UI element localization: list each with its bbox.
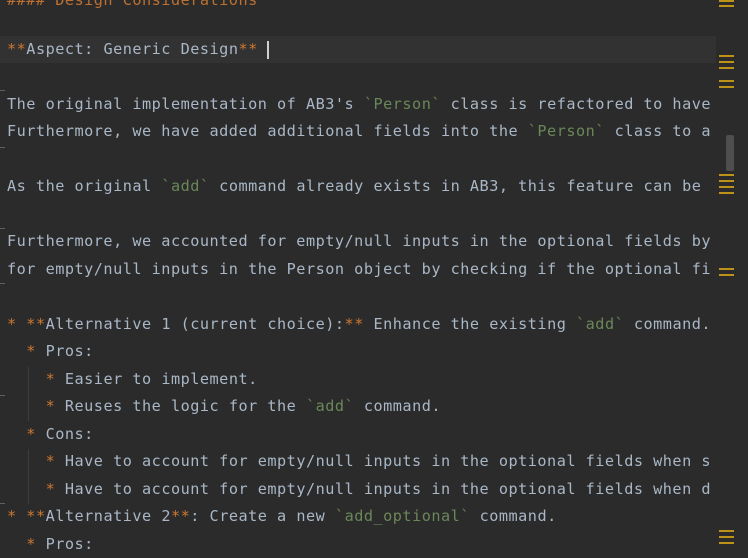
- line-segment: Pros:: [35, 342, 94, 360]
- line-segment: Alternative 2: [45, 507, 171, 525]
- editor-line[interactable]: * **Alternative 1 (current choice):** En…: [7, 311, 711, 338]
- line-segment: Easier to implement.: [55, 370, 258, 388]
- line-segment: Reuses the logic for the: [55, 397, 306, 415]
- editor-line[interactable]: The original implementation of AB3's `Pe…: [7, 91, 711, 118]
- warning-stripe-mark[interactable]: [719, 536, 734, 538]
- editor-line[interactable]: * Have to account for empty/null inputs …: [7, 448, 711, 475]
- warning-stripe-mark[interactable]: [719, 186, 734, 188]
- line-segment: for empty/null inputs in the Person obje…: [7, 260, 711, 278]
- editor-line[interactable]: * Reuses the logic for the `add` command…: [7, 393, 441, 420]
- line-segment: *: [45, 480, 56, 498]
- fold-marker[interactable]: [0, 228, 5, 229]
- line-segment: `add_optional`: [334, 507, 470, 525]
- warning-stripe-mark[interactable]: [719, 80, 734, 82]
- line-segment: *: [7, 507, 27, 525]
- line-segment: [7, 425, 26, 443]
- line-segment: [7, 535, 26, 553]
- warning-stripe-mark[interactable]: [719, 5, 734, 7]
- warning-stripe-mark[interactable]: [719, 67, 734, 69]
- line-segment: *: [26, 342, 36, 360]
- line-segment: [7, 342, 26, 360]
- line-segment: `add`: [576, 315, 625, 333]
- warning-stripe-mark[interactable]: [719, 55, 734, 57]
- editor-line[interactable]: * Pros:: [7, 338, 94, 365]
- editor-line[interactable]: * Have to account for empty/null inputs …: [7, 476, 711, 503]
- line-segment: `add`: [305, 397, 355, 415]
- line-segment: `Person`: [363, 95, 441, 113]
- line-segment: Aspect: Generic Design: [26, 40, 239, 58]
- line-segment: `Person`: [527, 122, 605, 140]
- warning-stripe-mark[interactable]: [719, 268, 734, 270]
- line-segment: **: [26, 507, 46, 525]
- line-segment: class is refactored to have: [440, 95, 712, 113]
- editor-line[interactable]: **Aspect: Generic Design**: [7, 36, 258, 63]
- editor-line[interactable]: * **Alternative 2**: Create a new `add_o…: [7, 503, 557, 530]
- line-segment: The original implementation of AB3's: [7, 95, 364, 113]
- line-segment: #### Design Considerations: [7, 0, 258, 9]
- line-segment: [7, 370, 46, 388]
- warning-stripe-mark[interactable]: [719, 180, 734, 182]
- line-segment: *: [26, 425, 36, 443]
- editor-line[interactable]: Furthermore, we have added additional fi…: [7, 118, 711, 145]
- line-segment: *: [7, 315, 27, 333]
- fold-marker[interactable]: [0, 283, 5, 284]
- line-segment: [7, 452, 46, 470]
- line-segment: Have to account for empty/null inputs in…: [55, 452, 712, 470]
- line-segment: Furthermore, we accounted for empty/null…: [7, 232, 711, 250]
- line-segment: *: [45, 452, 56, 470]
- line-segment: : Create a new: [190, 507, 335, 525]
- line-segment: *: [45, 370, 56, 388]
- line-segment: *: [26, 535, 36, 553]
- line-segment: `add`: [161, 177, 210, 195]
- editor-line[interactable]: #### Design Considerations: [7, 0, 258, 14]
- text-caret: [267, 41, 269, 59]
- line-segment: **: [26, 315, 46, 333]
- warning-stripe-mark[interactable]: [719, 530, 734, 532]
- indent-guide: [28, 449, 29, 504]
- line-segment: [7, 480, 46, 498]
- warning-stripe-mark[interactable]: [719, 174, 734, 176]
- editor-line[interactable]: * Easier to implement.: [7, 366, 258, 393]
- editor-line[interactable]: Furthermore, we accounted for empty/null…: [7, 228, 711, 255]
- line-segment: class to a: [604, 122, 712, 140]
- line-segment: Cons:: [35, 425, 94, 443]
- fold-marker[interactable]: [0, 395, 5, 396]
- error-stripe-gutter[interactable]: [716, 0, 748, 549]
- line-segment: **: [238, 40, 258, 58]
- line-segment: **: [344, 315, 364, 333]
- line-segment: Enhance the existing: [363, 315, 577, 333]
- line-segment: **: [170, 507, 191, 525]
- fold-marker[interactable]: [0, 503, 5, 504]
- indent-guide: [28, 367, 29, 421]
- warning-stripe-mark[interactable]: [719, 86, 734, 88]
- editor-line[interactable]: * Pros:: [7, 531, 94, 558]
- line-segment: Have to account for empty/null inputs in…: [55, 480, 712, 498]
- editor-line[interactable]: * Cons:: [7, 421, 94, 448]
- line-segment: Pros:: [35, 535, 94, 553]
- vertical-scrollbar-thumb[interactable]: [726, 135, 734, 171]
- line-segment: command already exists in AB3, this feat…: [209, 177, 702, 195]
- line-segment: **: [7, 40, 27, 58]
- line-segment: [7, 397, 46, 415]
- warning-stripe-mark[interactable]: [719, 542, 734, 544]
- editor-line[interactable]: As the original `add` command already ex…: [7, 173, 701, 200]
- editor-line[interactable]: for empty/null inputs in the Person obje…: [7, 256, 711, 283]
- warning-stripe-mark[interactable]: [719, 0, 734, 2]
- fold-marker[interactable]: [0, 147, 5, 148]
- line-segment: As the original: [7, 177, 162, 195]
- line-segment: Alternative 1 (current choice):: [45, 315, 345, 333]
- line-segment: command.: [624, 315, 712, 333]
- markdown-editor[interactable]: #### Design Considerations **Aspect: Gen…: [0, 0, 748, 553]
- line-segment: *: [45, 397, 56, 415]
- line-segment: Furthermore, we have added additional fi…: [7, 122, 528, 140]
- fold-marker[interactable]: [0, 90, 5, 91]
- line-segment: command.: [469, 507, 557, 525]
- warning-stripe-mark[interactable]: [719, 61, 734, 63]
- line-segment: command.: [354, 397, 441, 415]
- warning-stripe-mark[interactable]: [719, 274, 734, 276]
- warning-stripe-mark[interactable]: [719, 192, 734, 194]
